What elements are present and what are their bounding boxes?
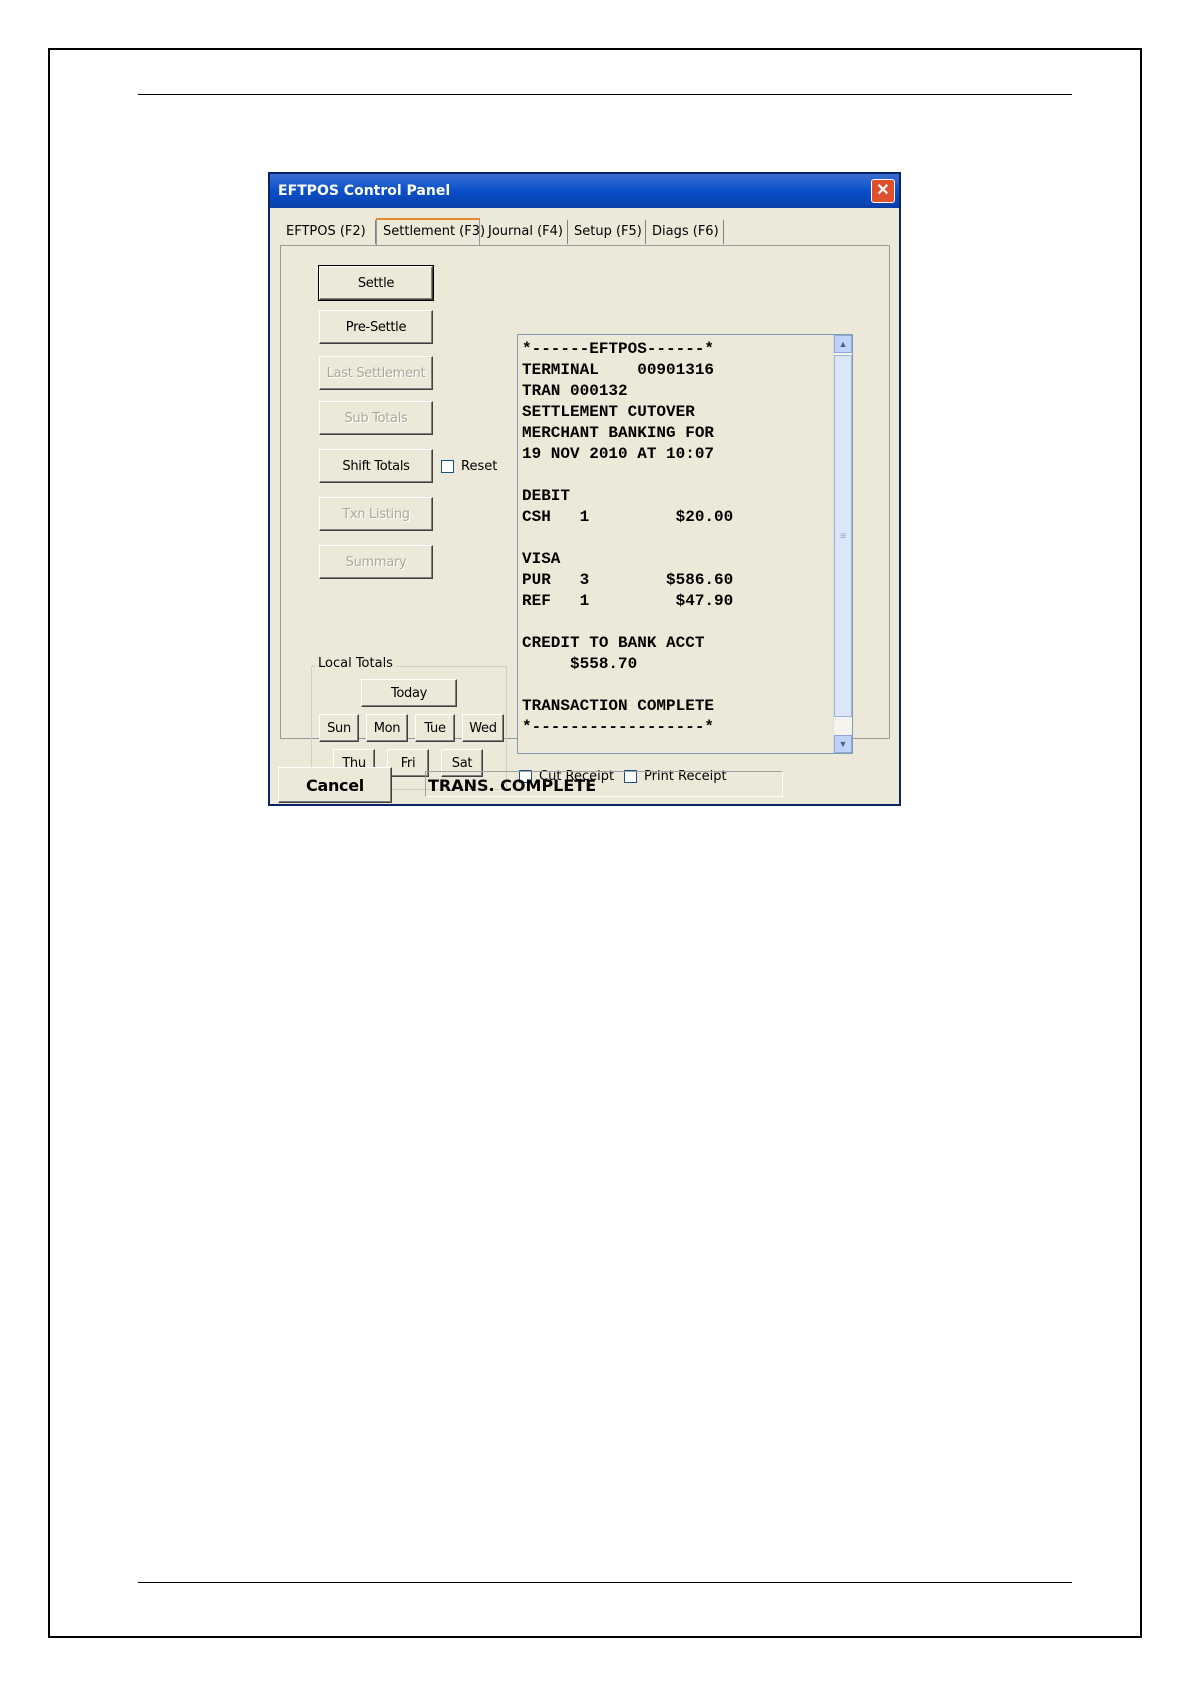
txn-listing-button[interactable]: Txn Listing: [319, 497, 433, 531]
reset-checkbox[interactable]: [441, 460, 454, 473]
grip-icon: ≡: [840, 530, 846, 542]
receipt-line: [522, 612, 822, 633]
receipt-line: VISA: [522, 550, 561, 568]
receipt-line: SETTLEMENT CUTOVER: [522, 403, 695, 421]
wed-button[interactable]: Wed: [462, 714, 504, 742]
receipt-line: TERMINAL 00901316: [522, 361, 715, 379]
footer-rule: [138, 1582, 1072, 1583]
tab-settlement[interactable]: Settlement (F3): [376, 218, 485, 246]
receipt-line: *------EFTPOS------*: [522, 340, 715, 358]
receipt-line: *------------------*: [522, 718, 715, 736]
sun-button[interactable]: Sun: [319, 714, 359, 742]
last-settlement-button[interactable]: Last Settlement: [319, 356, 433, 390]
tab-setup[interactable]: Setup (F5): [568, 220, 646, 244]
receipt-line: 19 NOV 2010 AT 10:07: [522, 445, 715, 463]
summary-button[interactable]: Summary: [319, 545, 433, 579]
shift-totals-button[interactable]: Shift Totals: [319, 449, 433, 483]
receipt-line: TRANSACTION COMPLETE: [522, 697, 715, 715]
receipt-line: DEBIT: [522, 487, 571, 505]
receipt-line: PUR 3 $586.60: [522, 571, 734, 589]
pre-settle-button[interactable]: Pre-Settle: [319, 310, 433, 344]
eftpos-control-panel-window: EFTPOS Control Panel ✕ EFTPOS (F2) Settl…: [268, 172, 901, 806]
receipt-preview[interactable]: *------EFTPOS------* TERMINAL 00901316 TRA…: [517, 334, 853, 754]
mon-button[interactable]: Mon: [366, 714, 408, 742]
close-button[interactable]: ✕: [871, 179, 895, 203]
chevron-down-icon: ▼: [838, 739, 848, 749]
scroll-up-button[interactable]: ▲: [834, 335, 852, 353]
tab-journal[interactable]: Journal (F4): [482, 220, 568, 244]
receipt-line: [522, 465, 822, 486]
tab-diags[interactable]: Diags (F6): [646, 220, 724, 244]
header-rule: [138, 94, 1072, 95]
settle-button[interactable]: Settle: [318, 265, 434, 301]
close-icon: ✕: [876, 182, 890, 199]
window-title: EFTPOS Control Panel: [278, 183, 451, 199]
scroll-thumb[interactable]: ≡: [834, 355, 852, 717]
receipt-scrollbar[interactable]: ▲ ≡ ▼: [833, 335, 852, 753]
status-bar: TRANS. COMPLETE: [425, 771, 783, 797]
reset-label: Reset: [461, 459, 498, 474]
cancel-button[interactable]: Cancel: [278, 767, 392, 803]
settlement-tab-panel: Settle Pre-Settle Last Settlement Sub To…: [280, 245, 890, 790]
today-button[interactable]: Today: [361, 679, 457, 707]
tue-button[interactable]: Tue: [415, 714, 455, 742]
receipt-text: *------EFTPOS------* TERMINAL 00901316 TRA…: [522, 339, 822, 738]
receipt-line: $558.70: [522, 655, 638, 673]
tab-eftpos[interactable]: EFTPOS (F2): [280, 220, 376, 244]
chevron-up-icon: ▲: [838, 339, 848, 349]
local-totals-title: Local Totals: [315, 656, 396, 671]
fri-button[interactable]: Fri: [387, 749, 429, 777]
receipt-line: CSH 1 $20.00: [522, 508, 734, 526]
receipt-line: [522, 528, 822, 549]
title-bar[interactable]: EFTPOS Control Panel ✕: [270, 174, 899, 208]
receipt-line: MERCHANT BANKING FOR: [522, 424, 715, 442]
receipt-line: TRAN 000132: [522, 382, 628, 400]
sub-totals-button[interactable]: Sub Totals: [319, 401, 433, 435]
receipt-line: CREDIT TO BANK ACCT: [522, 634, 705, 652]
receipt-line: [522, 675, 822, 696]
receipt-line: REF 1 $47.90: [522, 592, 734, 610]
scroll-down-button[interactable]: ▼: [834, 735, 852, 753]
